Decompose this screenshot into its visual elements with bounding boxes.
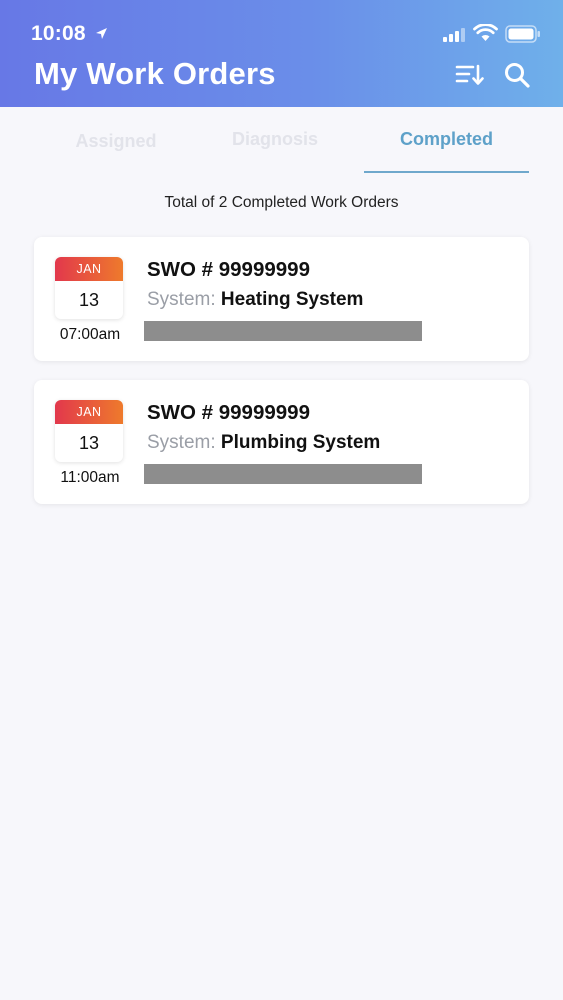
- status-time: 10:08: [31, 22, 86, 45]
- system-label: System:: [147, 432, 216, 453]
- redacted-address-bar: [144, 464, 422, 484]
- wifi-icon: [473, 24, 498, 41]
- app-header: 10:08 My Work Orders: [0, 0, 563, 107]
- status-bar: 10:08: [0, 0, 563, 50]
- battery-icon: [505, 25, 540, 43]
- redacted-address-bar: [144, 321, 422, 341]
- work-order-number: SWO # 99999999: [147, 258, 310, 281]
- tab-assigned[interactable]: Assigned: [46, 131, 186, 177]
- work-order-card[interactable]: JAN 13 11:00am SWO # 99999999 System: Pl…: [34, 380, 529, 504]
- system-label: System:: [147, 289, 216, 310]
- work-order-system: System: Heating System: [147, 289, 363, 311]
- calendar-month: JAN: [55, 257, 123, 281]
- signal-icon: [443, 28, 465, 42]
- page-title: My Work Orders: [34, 56, 276, 91]
- calendar-month: JAN: [55, 400, 123, 424]
- work-order-card[interactable]: JAN 13 07:00am SWO # 99999999 System: He…: [34, 237, 529, 361]
- calendar-day: 13: [78, 290, 100, 310]
- work-order-system: System: Plumbing System: [147, 432, 380, 454]
- work-order-number: SWO # 99999999: [147, 401, 310, 424]
- tab-completed[interactable]: Completed: [364, 129, 529, 175]
- calendar-date-icon: JAN 13: [55, 400, 123, 462]
- sort-icon[interactable]: [455, 62, 485, 88]
- work-order-time: 11:00am: [60, 469, 120, 486]
- calendar-date-icon: JAN 13: [55, 257, 123, 319]
- calendar-day: 13: [78, 433, 100, 453]
- tab-bar: Assigned Diagnosis Completed: [0, 107, 563, 177]
- work-order-time: 07:00am: [59, 326, 121, 343]
- location-arrow-icon: [96, 28, 107, 39]
- search-icon[interactable]: [503, 61, 531, 89]
- tab-diagnosis[interactable]: Diagnosis: [205, 129, 345, 175]
- system-value: Heating System: [220, 289, 364, 310]
- active-tab-indicator: [364, 171, 529, 173]
- completed-count-summary: Total of 2 Completed Work Orders: [164, 194, 399, 211]
- system-value: Plumbing System: [220, 432, 381, 453]
